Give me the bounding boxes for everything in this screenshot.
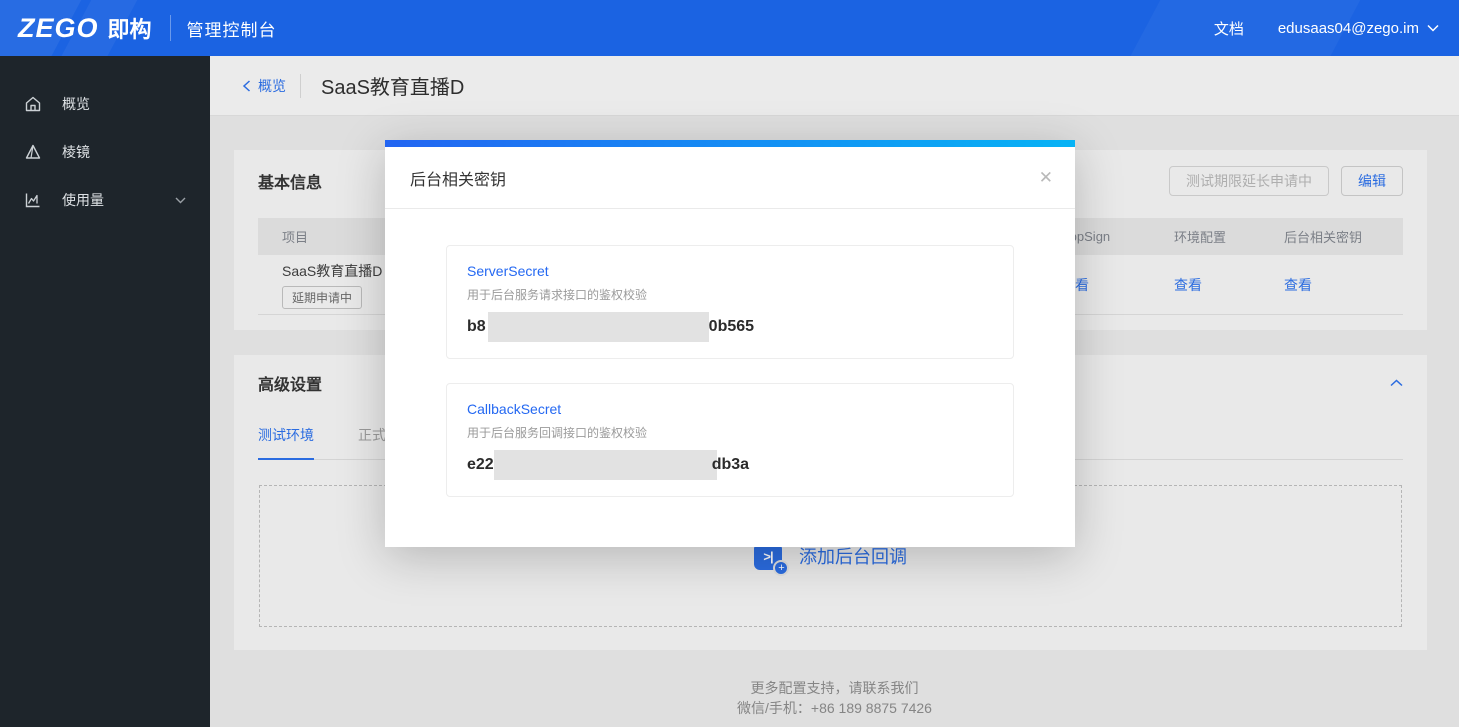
column-header-appsign: AppSign bbox=[1061, 229, 1111, 244]
view-secret-link[interactable]: 查看 bbox=[1284, 277, 1312, 293]
console-title: 管理控制台 bbox=[186, 20, 277, 40]
header-right: 文档 edusaas04@zego.im bbox=[1214, 18, 1459, 39]
section-title: 基本信息 bbox=[258, 175, 323, 192]
top-header: ZEGO 即构 管理控制台 文档 edusaas04@zego.im bbox=[0, 0, 1459, 56]
secret-modal: 后台相关密钥 ✕ ServerSecret 用于后台服务请求接口的鉴权校验 b8… bbox=[385, 140, 1075, 547]
redaction-box bbox=[493, 450, 717, 480]
prism-icon bbox=[25, 144, 41, 159]
footer-line1: 更多配置支持，请联系我们 bbox=[750, 680, 919, 696]
sidebar-item-overview[interactable]: 概览 bbox=[0, 80, 210, 128]
usage-chart-icon bbox=[25, 193, 40, 208]
modal-body: ServerSecret 用于后台服务请求接口的鉴权校验 b8 0b565 Ca… bbox=[385, 209, 1075, 497]
server-secret-value: b8 0b565 bbox=[467, 312, 993, 342]
callback-secret-link[interactable]: CallbackSecret bbox=[467, 401, 993, 417]
section-title: 高级设置 bbox=[258, 377, 323, 394]
sidebar-item-prism[interactable]: 棱镜 bbox=[0, 128, 210, 176]
chevron-down-icon bbox=[1427, 24, 1439, 32]
divider bbox=[300, 73, 301, 98]
sidebar-item-usage[interactable]: 使用量 bbox=[0, 176, 210, 224]
account-email: edusaas04@zego.im bbox=[1277, 19, 1419, 37]
status-badge: 延期申请中 bbox=[282, 285, 363, 309]
redaction-box bbox=[487, 312, 709, 342]
callback-secret-desc: 用于后台服务回调接口的鉴权校验 bbox=[467, 426, 648, 440]
home-icon bbox=[25, 96, 41, 112]
modal-gradient-bar bbox=[385, 140, 1075, 147]
basic-info-actions: 测试期限延长申请中 编辑 bbox=[1169, 166, 1403, 196]
account-menu[interactable]: edusaas04@zego.im bbox=[1278, 20, 1439, 37]
edit-button[interactable]: 编辑 bbox=[1341, 166, 1403, 196]
secret-value-prefix: b8 bbox=[467, 318, 486, 335]
breadcrumb: 概览 SaaS教育直播D bbox=[210, 56, 1459, 116]
logo-text: ZEGO bbox=[18, 13, 99, 43]
view-env-link[interactable]: 查看 bbox=[1174, 277, 1202, 293]
close-icon[interactable]: ✕ bbox=[1039, 169, 1053, 186]
modal-title: 后台相关密钥 bbox=[410, 171, 507, 189]
collapse-chevron-up-icon[interactable] bbox=[1390, 379, 1403, 387]
footer-line2: 微信/手机：+86 189 8875 7426 bbox=[737, 700, 932, 716]
header-divider bbox=[169, 15, 171, 41]
breadcrumb-back[interactable]: 概览 bbox=[242, 76, 286, 96]
sidebar: 概览 棱镜 使用量 bbox=[0, 56, 210, 727]
logo-cn-text: 即构 bbox=[107, 17, 152, 42]
server-secret-card: ServerSecret 用于后台服务请求接口的鉴权校验 b8 0b565 bbox=[446, 245, 1014, 359]
chevron-down-icon bbox=[175, 197, 186, 203]
server-secret-desc: 用于后台服务请求接口的鉴权校验 bbox=[467, 288, 648, 302]
secret-value-prefix: e22 bbox=[467, 456, 494, 473]
callback-secret-value: e22 db3a bbox=[467, 450, 993, 480]
column-header-env: 环境配置 bbox=[1174, 230, 1227, 245]
page-title: SaaS教育直播D bbox=[321, 77, 465, 99]
docs-link[interactable]: 文档 bbox=[1214, 18, 1244, 39]
tab-test-env[interactable]: 测试环境 bbox=[258, 425, 314, 460]
modal-header: 后台相关密钥 ✕ bbox=[385, 147, 1075, 209]
zego-logo[interactable]: ZEGO 即构 bbox=[0, 12, 152, 44]
sidebar-item-label: 使用量 bbox=[62, 192, 104, 208]
callback-icon-glyph: >| bbox=[763, 548, 773, 564]
breadcrumb-back-label: 概览 bbox=[258, 77, 286, 94]
chevron-left-icon bbox=[242, 79, 251, 92]
sidebar-item-label: 棱镜 bbox=[62, 144, 90, 160]
plus-icon: + bbox=[773, 559, 789, 576]
callback-secret-card: CallbackSecret 用于后台服务回调接口的鉴权校验 e22 db3a bbox=[446, 383, 1014, 497]
page-footer: 更多配置支持，请联系我们 微信/手机：+86 189 8875 7426 bbox=[210, 678, 1459, 718]
sidebar-item-label: 概览 bbox=[62, 96, 90, 112]
extend-pending-button: 测试期限延长申请中 bbox=[1169, 166, 1329, 196]
secret-value-suffix: 0b565 bbox=[708, 318, 755, 335]
column-header-secret: 后台相关密钥 bbox=[1284, 230, 1363, 245]
secret-value-suffix: db3a bbox=[711, 456, 750, 473]
server-secret-link[interactable]: ServerSecret bbox=[467, 263, 993, 279]
app-root: ZEGO 即构 管理控制台 文档 edusaas04@zego.im 概览 棱镜… bbox=[0, 0, 1459, 727]
